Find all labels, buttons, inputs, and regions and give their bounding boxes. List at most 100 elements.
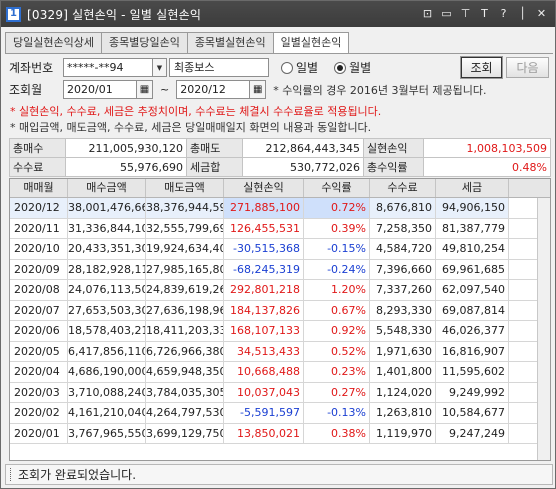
font-size-icon[interactable]: T <box>477 5 492 22</box>
table-cell: 0.72% <box>304 198 370 218</box>
table-cell: 2020/10 <box>10 239 68 259</box>
tab-stock-daily-pnl[interactable]: 종목별당일손익 <box>100 32 188 53</box>
copy-window-icon[interactable]: ▭ <box>439 5 454 22</box>
column-header[interactable]: 매매월 <box>10 179 68 197</box>
table-cell: -0.24% <box>304 259 370 279</box>
window-controls: ⊡ ▭ ⊤ T ? │ ✕ <box>420 5 549 22</box>
radio-daily-label: 일별 <box>296 61 319 75</box>
radio-daily[interactable]: 일별 <box>281 59 318 76</box>
table-cell: 3,784,035,305 <box>146 382 224 402</box>
fee-value: 55,976,690 <box>65 157 187 177</box>
column-header[interactable]: 수수료 <box>370 179 436 197</box>
table-cell: 32,555,799,690 <box>146 218 224 238</box>
close-icon[interactable]: ✕ <box>534 5 549 22</box>
radio-monthly-circle-icon <box>334 61 347 74</box>
pin-icon[interactable]: ⊤ <box>458 5 473 22</box>
realized-value: 1,008,103,509 <box>423 138 551 158</box>
table-cell: 126,455,531 <box>224 218 304 238</box>
table-row[interactable]: 2020/01 3,767,965,550 3,699,129,750 13,850,… <box>10 423 550 444</box>
table-cell: 10,668,488 <box>224 362 304 382</box>
total-rate-label: 총수익률 <box>363 157 424 177</box>
period-tilde: ~ <box>160 83 170 96</box>
table-cell: 24,076,113,500 <box>68 280 146 300</box>
tax-label: 세금합 <box>186 157 243 177</box>
table-cell: 1,971,630 <box>370 341 436 361</box>
table-row[interactable]: 2020/1020,433,351,30019,924,634,400-30,5… <box>10 239 550 260</box>
next-button[interactable]: 다음 <box>506 57 549 78</box>
table-row[interactable]: 2020/1238,001,476,66038,376,944,590271,8… <box>10 198 550 219</box>
window-number-icon: 1 <box>6 6 21 22</box>
table-cell: 4,659,948,350 <box>146 362 224 382</box>
table-cell: 2020/08 <box>10 280 68 300</box>
table-cell: 0.23% <box>304 362 370 382</box>
table-cell: 1,119,970 <box>370 423 436 443</box>
tab-daily-realized-detail[interactable]: 당일실현손익상세 <box>5 32 102 53</box>
table-cell: 9,249,992 <box>436 382 509 402</box>
from-calendar-icon[interactable]: ▦ <box>137 80 153 99</box>
column-header[interactable]: 매도금액 <box>146 179 224 197</box>
account-input[interactable]: *****-**94 <box>63 58 153 77</box>
tab-stock-realized-pnl[interactable]: 종목별실현손익 <box>186 32 274 53</box>
table-row[interactable]: 2020/05 6,417,856,110 6,726,966,380 34,513,… <box>10 341 550 362</box>
table-cell: 2020/12 <box>10 198 68 218</box>
table-cell: -30,515,368 <box>224 239 304 259</box>
table-cell: 2020/03 <box>10 382 68 402</box>
separator: │ <box>519 7 526 20</box>
monthly-pnl-grid[interactable]: 매매월 매수금액 매도금액 실현손익 수익률 수수료 세금 2020/12 38,001,47… <box>9 178 551 461</box>
grid-body: 2020/1238,001,476,66038,376,944,590271,8… <box>10 198 550 444</box>
column-header[interactable]: 실현손익 <box>224 179 304 197</box>
table-row[interactable]: 2020/03 3,710,088,240 3,784,035,305 10,037,… <box>10 382 550 403</box>
window-title: [0329] 실현손익 - 일별 실현손익 <box>27 7 202 22</box>
table-cell: 2020/01 <box>10 423 68 443</box>
table-cell: 69,087,814 <box>436 300 509 320</box>
tab-daily-realized-pnl[interactable]: 일별실현손익 <box>272 32 350 54</box>
table-row[interactable]: 2020/0727,653,503,30027,636,198,960184,1… <box>10 300 550 321</box>
table-cell: 0.39% <box>304 218 370 238</box>
link-window-icon[interactable]: ⊡ <box>420 5 435 22</box>
column-header[interactable]: 세금 <box>436 179 509 197</box>
table-row[interactable]: 2020/02 4,161,210,040 4,264,797,530 -5,591,… <box>10 403 550 424</box>
query-button[interactable]: 조회 <box>460 56 503 79</box>
table-row[interactable]: 2020/1131,336,844,10032,555,799,690126,4… <box>10 218 550 239</box>
table-cell: 4,161,210,040 <box>68 403 146 423</box>
table-row[interactable]: 2020/04 4,686,190,000 4,659,948,350 10,668,… <box>10 362 550 383</box>
table-cell: 20,433,351,300 <box>68 239 146 259</box>
column-header[interactable]: 수익률 <box>304 179 370 197</box>
table-cell: 4,584,720 <box>370 239 436 259</box>
table-cell: 7,396,660 <box>370 259 436 279</box>
fee-label: 수수료 <box>9 157 66 177</box>
table-cell: 4,686,190,000 <box>68 362 146 382</box>
help-icon[interactable]: ? <box>496 5 511 22</box>
table-cell: 10,584,677 <box>436 403 509 423</box>
table-cell: 28,182,928,110 <box>68 259 146 279</box>
radio-monthly[interactable]: 월별 <box>334 59 371 76</box>
table-cell: 81,387,779 <box>436 218 509 238</box>
column-header[interactable]: 매수금액 <box>68 179 146 197</box>
table-cell: 49,810,254 <box>436 239 509 259</box>
grip-icon <box>10 468 12 481</box>
table-cell: -5,591,597 <box>224 403 304 423</box>
table-cell: 3,699,129,750 <box>146 423 224 443</box>
from-month-input[interactable]: 2020/01 <box>63 80 137 99</box>
table-cell: 168,107,133 <box>224 321 304 341</box>
to-calendar-icon[interactable]: ▦ <box>250 80 267 99</box>
account-label: 계좌번호 <box>9 61 54 75</box>
table-cell: 1,263,810 <box>370 403 436 423</box>
to-month-input[interactable]: 2020/12 <box>176 80 251 99</box>
total-buy-value: 211,005,930,120 <box>65 138 187 158</box>
table-row[interactable]: 2020/0928,182,928,11027,985,165,800-68,2… <box>10 259 550 280</box>
table-cell: 31,336,844,100 <box>68 218 146 238</box>
notice-same-content: * 매입금액, 매도금액, 수수료, 세금은 당일매매일지 화면의 내용과 동일… <box>10 121 372 134</box>
table-cell: 69,961,685 <box>436 259 509 279</box>
table-cell: 27,636,198,960 <box>146 300 224 320</box>
account-dropdown-icon[interactable]: ▼ <box>153 58 167 77</box>
table-row[interactable]: 2020/0618,578,403,21018,411,203,330168,1… <box>10 321 550 342</box>
table-cell: 0.92% <box>304 321 370 341</box>
realized-label: 실현손익 <box>363 138 424 158</box>
vertical-scrollbar[interactable] <box>537 198 550 460</box>
summary-table: 총매수 211,005,930,120 총매도 212,864,443,345 … <box>9 138 551 177</box>
table-cell: 27,653,503,300 <box>68 300 146 320</box>
account-row: 계좌번호 *****-**94 ▼ 최종보스 일별 월별 <box>9 58 371 77</box>
table-cell: -0.13% <box>304 403 370 423</box>
table-row[interactable]: 2020/0824,076,113,50024,839,619,260292,8… <box>10 280 550 301</box>
